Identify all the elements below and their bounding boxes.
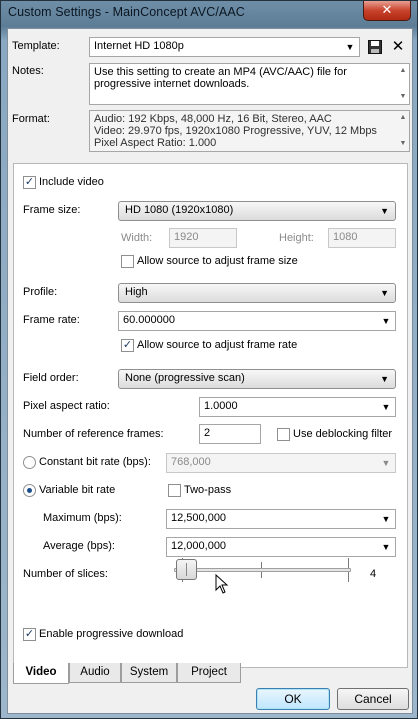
template-combo[interactable]: Internet HD 1080p ▼: [89, 37, 360, 57]
frame-rate-combo[interactable]: 60.000000 ▼: [118, 311, 396, 331]
two-pass-checkbox[interactable]: [168, 484, 181, 497]
frame-rate-label: Frame rate:: [23, 314, 80, 326]
floppy-disk-icon: [368, 40, 382, 54]
save-template-button[interactable]: [366, 38, 384, 56]
cancel-button[interactable]: Cancel: [337, 688, 409, 710]
template-value: Internet HD 1080p: [94, 40, 184, 52]
two-pass-label: Two-pass: [184, 484, 232, 496]
format-field[interactable]: Audio: 192 Kbps, 48,000 Hz, 16 Bit, Ster…: [89, 110, 410, 152]
chevron-down-icon: ▼: [381, 514, 391, 524]
cbr-value: 768,000: [171, 456, 211, 468]
cbr-radio[interactable]: [23, 456, 36, 469]
maximum-combo[interactable]: 12,500,000 ▼: [166, 509, 396, 529]
format-line: Video: 29.970 fps, 1920x1080 Progressive…: [94, 125, 377, 137]
profile-value: High: [125, 286, 148, 298]
slices-slider-track[interactable]: [174, 568, 351, 572]
ref-frames-label: Number of reference frames:: [23, 428, 164, 440]
allow-frame-rate-checkbox[interactable]: ✓: [121, 339, 134, 352]
notes-line: Use this setting to create an MP4 (AVC/A…: [94, 66, 347, 78]
progressive-download-label: Enable progressive download: [39, 628, 184, 640]
ref-frames-field[interactable]: 2: [199, 424, 261, 444]
field-order-value: None (progressive scan): [125, 372, 245, 384]
notes-label: Notes:: [12, 65, 44, 77]
field-order-label: Field order:: [23, 372, 79, 384]
frame-size-label: Frame size:: [23, 204, 81, 216]
chevron-down-icon: ▼: [380, 374, 389, 384]
progressive-download-checkbox[interactable]: ✓: [23, 628, 36, 641]
cbr-combo[interactable]: 768,000 ▼: [166, 453, 396, 473]
pixel-aspect-label: Pixel aspect ratio:: [23, 400, 110, 412]
pixel-aspect-value: 1.0000: [204, 400, 238, 412]
maximum-value: 12,500,000: [171, 512, 227, 524]
chevron-down-icon: ▼: [345, 42, 355, 52]
maximum-label: Maximum (bps):: [43, 512, 122, 524]
custom-settings-window: Custom Settings - MainConcept AVC/AAC ✕ …: [0, 0, 418, 719]
template-label: Template:: [12, 40, 60, 52]
chevron-down-icon: ▼: [380, 206, 389, 216]
width-label: Width:: [121, 232, 153, 244]
tab-system[interactable]: System: [121, 663, 177, 683]
chevron-down-icon: ▼: [381, 458, 391, 468]
format-scrollbar[interactable]: ▲ ▼: [397, 111, 409, 151]
chevron-down-icon: ▼: [381, 402, 391, 412]
frame-rate-value: 60.000000: [123, 314, 175, 326]
allow-frame-size-label: Allow source to adjust frame size: [137, 255, 298, 267]
cbr-label: Constant bit rate (bps):: [39, 456, 151, 468]
slices-slider-thumb[interactable]: [176, 559, 197, 580]
profile-label: Profile:: [23, 286, 58, 298]
field-order-dropdown[interactable]: None (progressive scan) ▼: [118, 369, 396, 389]
deblocking-checkbox[interactable]: [277, 428, 290, 441]
tab-video[interactable]: Video: [13, 663, 69, 684]
chevron-down-icon: ▼: [380, 288, 389, 298]
tab-audio[interactable]: Audio: [69, 663, 121, 683]
notes-scrollbar[interactable]: ▲ ▼: [397, 64, 409, 104]
frame-size-dropdown[interactable]: HD 1080 (1920x1080) ▼: [118, 201, 396, 221]
average-value: 12,000,000: [171, 540, 227, 552]
chevron-down-icon: ▼: [381, 542, 391, 552]
height-label: Height:: [279, 232, 314, 244]
tab-project[interactable]: Project: [177, 663, 241, 683]
average-combo[interactable]: 12,000,000 ▼: [166, 537, 396, 557]
profile-dropdown[interactable]: High ▼: [118, 283, 396, 303]
chevron-down-icon: ▼: [381, 316, 391, 326]
video-settings-panel: ✓ Include video Frame size: HD 1080 (192…: [13, 163, 408, 668]
title-bar[interactable]: Custom Settings - MainConcept AVC/AAC ✕: [1, 1, 417, 27]
allow-frame-rate-label: Allow source to adjust frame rate: [137, 339, 298, 351]
dialog-client-area: Template: Internet HD 1080p ▼ ✕ Notes: U…: [7, 28, 413, 714]
height-field[interactable]: 1080: [328, 228, 396, 248]
pixel-aspect-combo[interactable]: 1.0000 ▼: [199, 397, 396, 417]
format-line: Audio: 192 Kbps, 48,000 Hz, 16 Bit, Ster…: [94, 113, 332, 125]
vbr-radio[interactable]: [23, 484, 36, 497]
format-line: Pixel Aspect Ratio: 1.000: [94, 137, 217, 149]
scroll-down-icon[interactable]: ▼: [397, 91, 409, 103]
notes-line: progressive internet downloads.: [94, 78, 250, 90]
scroll-up-icon[interactable]: ▲: [397, 112, 409, 124]
close-button[interactable]: ✕: [363, 1, 411, 21]
allow-frame-size-checkbox[interactable]: [121, 255, 134, 268]
vbr-label: Variable bit rate: [39, 484, 116, 496]
include-video-label: Include video: [39, 176, 104, 188]
slices-value: 4: [370, 568, 377, 580]
close-icon: ✕: [381, 2, 393, 17]
scroll-up-icon[interactable]: ▲: [397, 65, 409, 77]
width-field[interactable]: 1920: [169, 228, 237, 248]
average-label: Average (bps):: [43, 540, 115, 552]
delete-x-icon: ✕: [391, 38, 405, 55]
slices-label: Number of slices:: [23, 568, 108, 580]
delete-template-button[interactable]: ✕: [389, 38, 407, 56]
window-title: Custom Settings - MainConcept AVC/AAC: [8, 5, 245, 19]
scroll-down-icon[interactable]: ▼: [397, 138, 409, 150]
frame-size-value: HD 1080 (1920x1080): [125, 204, 234, 216]
ok-button[interactable]: OK: [256, 688, 330, 710]
radio-dot: [27, 488, 32, 493]
include-video-checkbox[interactable]: ✓: [23, 176, 36, 189]
mouse-cursor-icon: [215, 574, 229, 594]
format-label: Format:: [12, 113, 50, 125]
deblocking-label: Use deblocking filter: [293, 428, 393, 440]
notes-field[interactable]: Use this setting to create an MP4 (AVC/A…: [89, 63, 410, 105]
